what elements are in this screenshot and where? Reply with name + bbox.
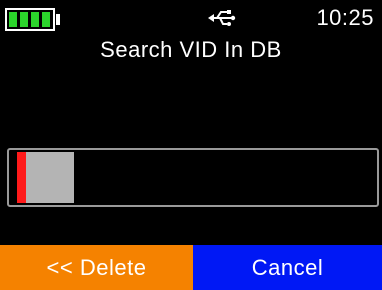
delete-button[interactable]: << Delete: [0, 245, 193, 290]
search-progress-bar: [7, 148, 379, 207]
cancel-button[interactable]: Cancel: [193, 245, 382, 290]
battery-cell: [42, 12, 50, 27]
battery-icon: [5, 8, 55, 31]
progress-fill: [26, 152, 74, 203]
battery-cell: [31, 12, 39, 27]
progress-marker: [17, 152, 26, 203]
usb-icon: [208, 10, 236, 26]
battery-level: [9, 12, 50, 27]
clock: 10:25: [316, 5, 374, 30]
battery-cell: [20, 12, 28, 27]
battery-cell: [9, 12, 17, 27]
softkey-bar: << Delete Cancel: [0, 245, 382, 290]
screen-title: Search VID In DB: [100, 37, 282, 62]
status-bar: 10:25: [0, 0, 382, 36]
battery-tip: [56, 14, 60, 25]
